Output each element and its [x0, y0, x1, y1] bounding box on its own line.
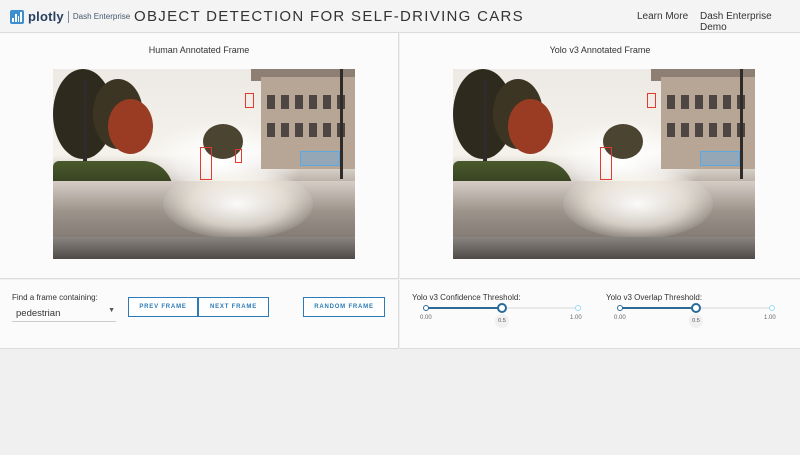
next-frame-button[interactable]: NEXT FRAME	[198, 297, 269, 317]
dropdown-selected-value: pedestrian	[16, 308, 61, 319]
logo-text: plotly	[28, 9, 64, 24]
slider-max-dot[interactable]	[769, 305, 775, 311]
slider-value-label: 0.5	[689, 314, 703, 328]
pedestrian-bbox	[200, 147, 212, 180]
overlap-threshold-label: Yolo v3 Overlap Threshold:	[606, 293, 703, 302]
random-frame-button[interactable]: RANDOM FRAME	[303, 297, 385, 317]
human-annotated-title: Human Annotated Frame	[148, 45, 250, 55]
logo-subtext: Dash Enterprise	[72, 12, 131, 21]
plotly-logo[interactable]: plotly Dash Enterprise	[10, 9, 130, 24]
caret-down-icon[interactable]: ▼	[108, 307, 115, 314]
slider-max-dot[interactable]	[575, 305, 581, 311]
slider-min-dot[interactable]	[617, 305, 623, 311]
prev-frame-button[interactable]: PREV FRAME	[128, 297, 198, 317]
pedestrian-bbox	[600, 147, 612, 180]
human-annotated-image	[53, 69, 355, 259]
traffic-light-bbox	[647, 93, 656, 108]
yolo-annotated-panel: Yolo v3 Annotated Frame	[400, 33, 800, 279]
slider-handle[interactable]	[497, 303, 507, 313]
slider-max-label: 1.00	[764, 315, 776, 321]
confidence-threshold-slider[interactable]: 0.5 0.00 1.00	[420, 303, 582, 329]
logo-divider	[67, 10, 69, 23]
plotly-bars-icon	[10, 9, 24, 24]
dash-enterprise-demo-link[interactable]: Dash Enterprise Demo	[700, 11, 800, 33]
slider-value-label: 0.5	[495, 314, 509, 328]
slider-min-label: 0.00	[420, 315, 432, 321]
yolo-annotated-title: Yolo v3 Annotated Frame	[549, 45, 651, 55]
object-class-dropdown[interactable]: pedestrian ▼	[12, 306, 116, 322]
slider-min-label: 0.00	[614, 315, 626, 321]
overlap-threshold-slider[interactable]: 0.5 0.00 1.00	[614, 303, 776, 329]
find-frame-label: Find a frame containing:	[12, 293, 98, 302]
slider-handle[interactable]	[691, 303, 701, 313]
slider-max-label: 1.00	[570, 315, 582, 321]
confidence-threshold-label: Yolo v3 Confidence Threshold:	[412, 293, 521, 302]
threshold-controls-panel: Yolo v3 Confidence Threshold: 0.5 0.00 1…	[400, 280, 800, 349]
frame-controls-panel: Find a frame containing: pedestrian ▼ PR…	[0, 280, 399, 349]
traffic-sign-bbox	[700, 151, 740, 166]
pedestrian-bbox	[235, 149, 242, 163]
app-header: plotly Dash Enterprise OBJECT DETECTION …	[0, 0, 800, 33]
page-title: OBJECT DETECTION FOR SELF-DRIVING CARS	[134, 8, 524, 25]
slider-track	[620, 307, 696, 309]
slider-track	[426, 307, 502, 309]
learn-more-link[interactable]: Learn More	[637, 11, 688, 22]
yolo-annotated-image	[453, 69, 755, 259]
slider-min-dot[interactable]	[423, 305, 429, 311]
traffic-sign-bbox	[300, 151, 340, 166]
human-annotated-panel: Human Annotated Frame	[0, 33, 399, 279]
traffic-light-bbox	[245, 93, 254, 108]
